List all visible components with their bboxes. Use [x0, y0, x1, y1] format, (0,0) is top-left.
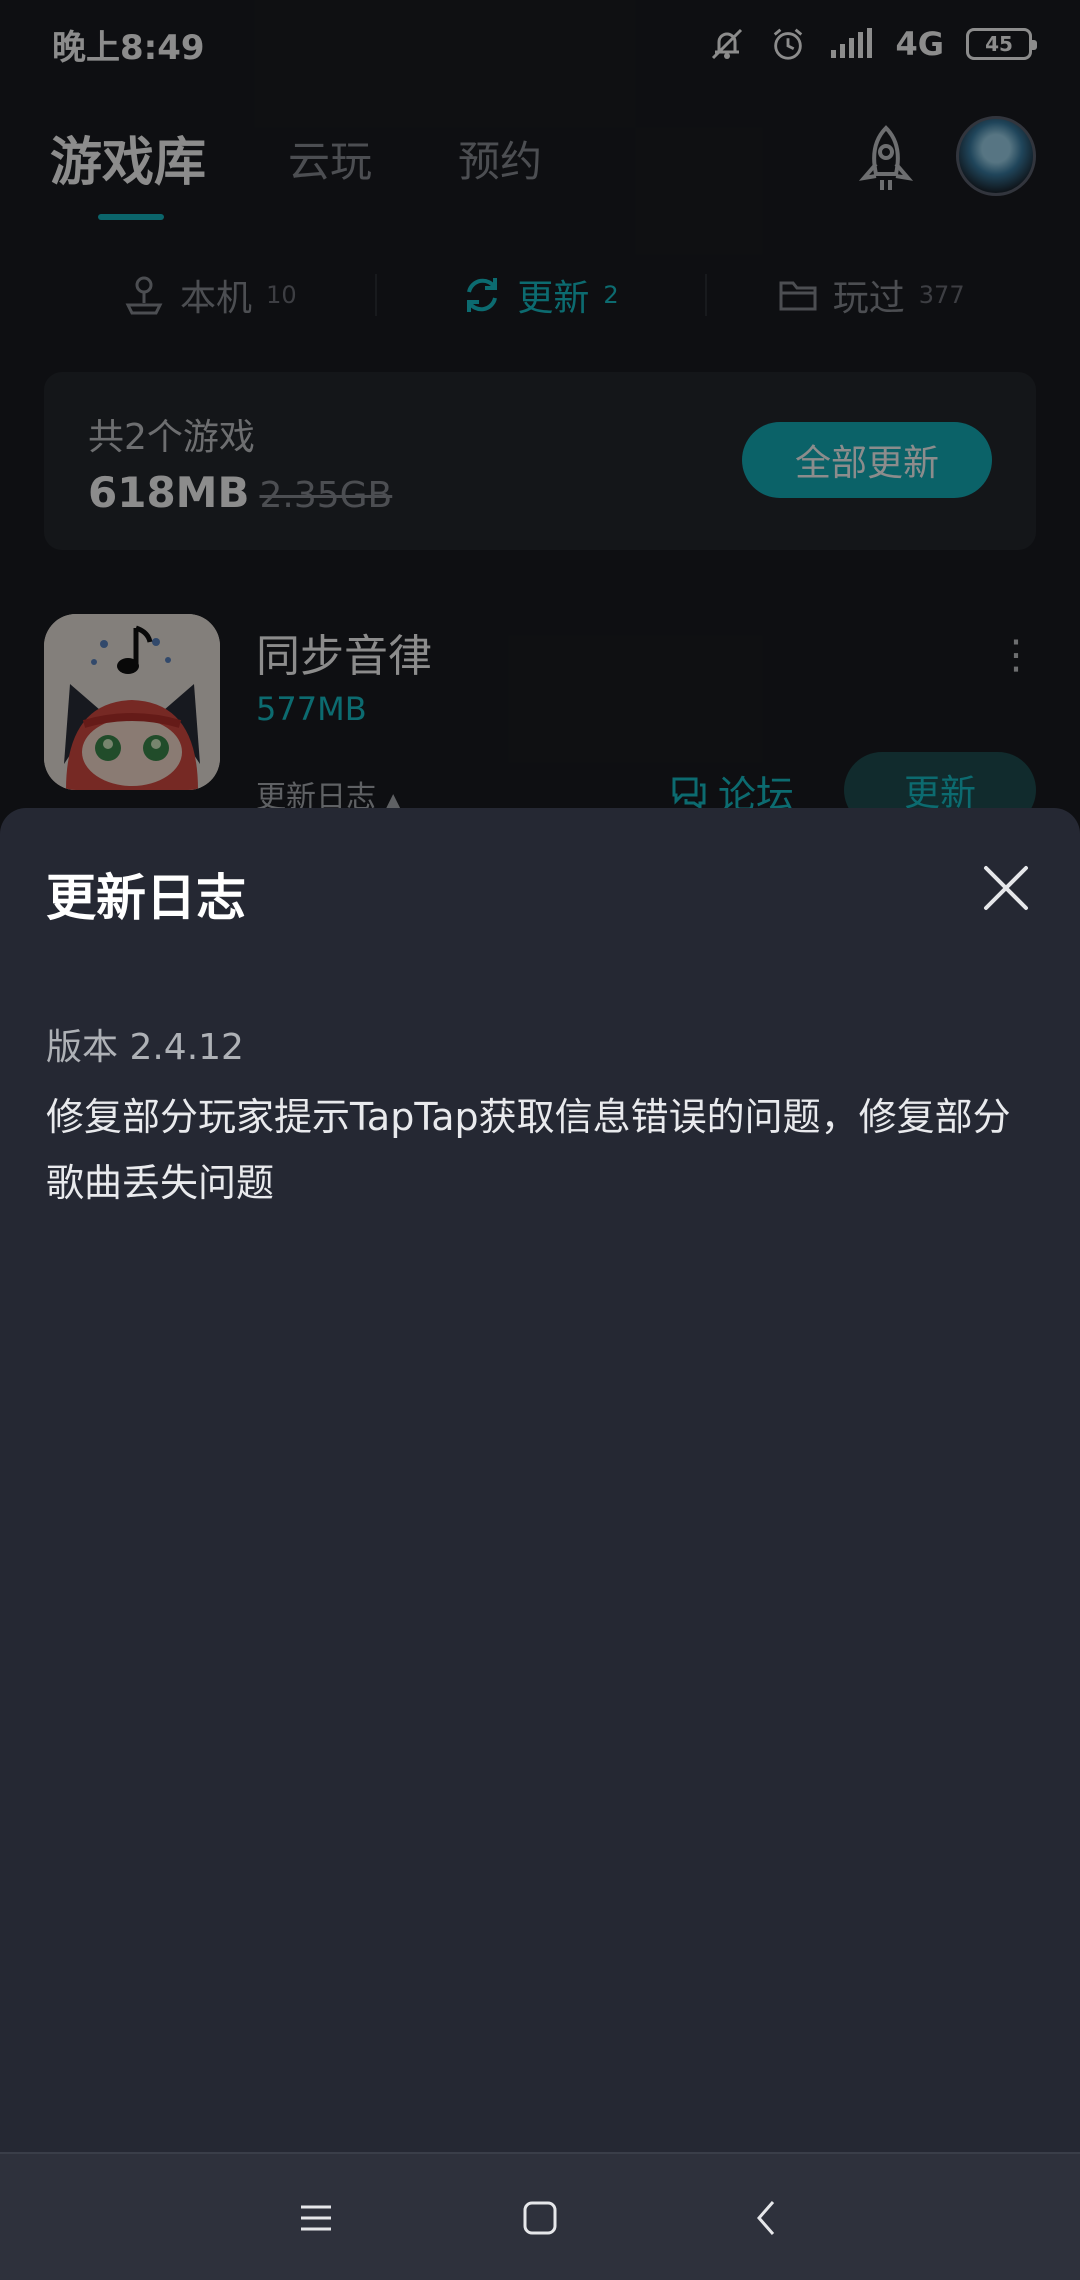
version-text: 版本 2.4.12 — [46, 1027, 244, 1068]
close-icon[interactable] — [976, 858, 1036, 918]
menu-button[interactable] — [290, 2192, 342, 2244]
menu-icon — [301, 2205, 331, 2231]
home-button[interactable] — [514, 2192, 566, 2244]
home-icon — [523, 2201, 557, 2235]
changelog-notes: 修复部分玩家提示TapTap获取信息错误的问题，修复部分歌曲丢失问题 — [46, 1095, 1011, 1205]
changelog-sheet: 更新日志 版本 2.4.12 修复部分玩家提示TapTap获取信息错误的问题，修… — [0, 808, 1080, 2152]
back-button[interactable] — [740, 2192, 792, 2244]
sheet-title: 更新日志 — [46, 869, 246, 927]
back-icon — [757, 2201, 775, 2235]
system-nav-bar — [0, 2152, 1080, 2280]
